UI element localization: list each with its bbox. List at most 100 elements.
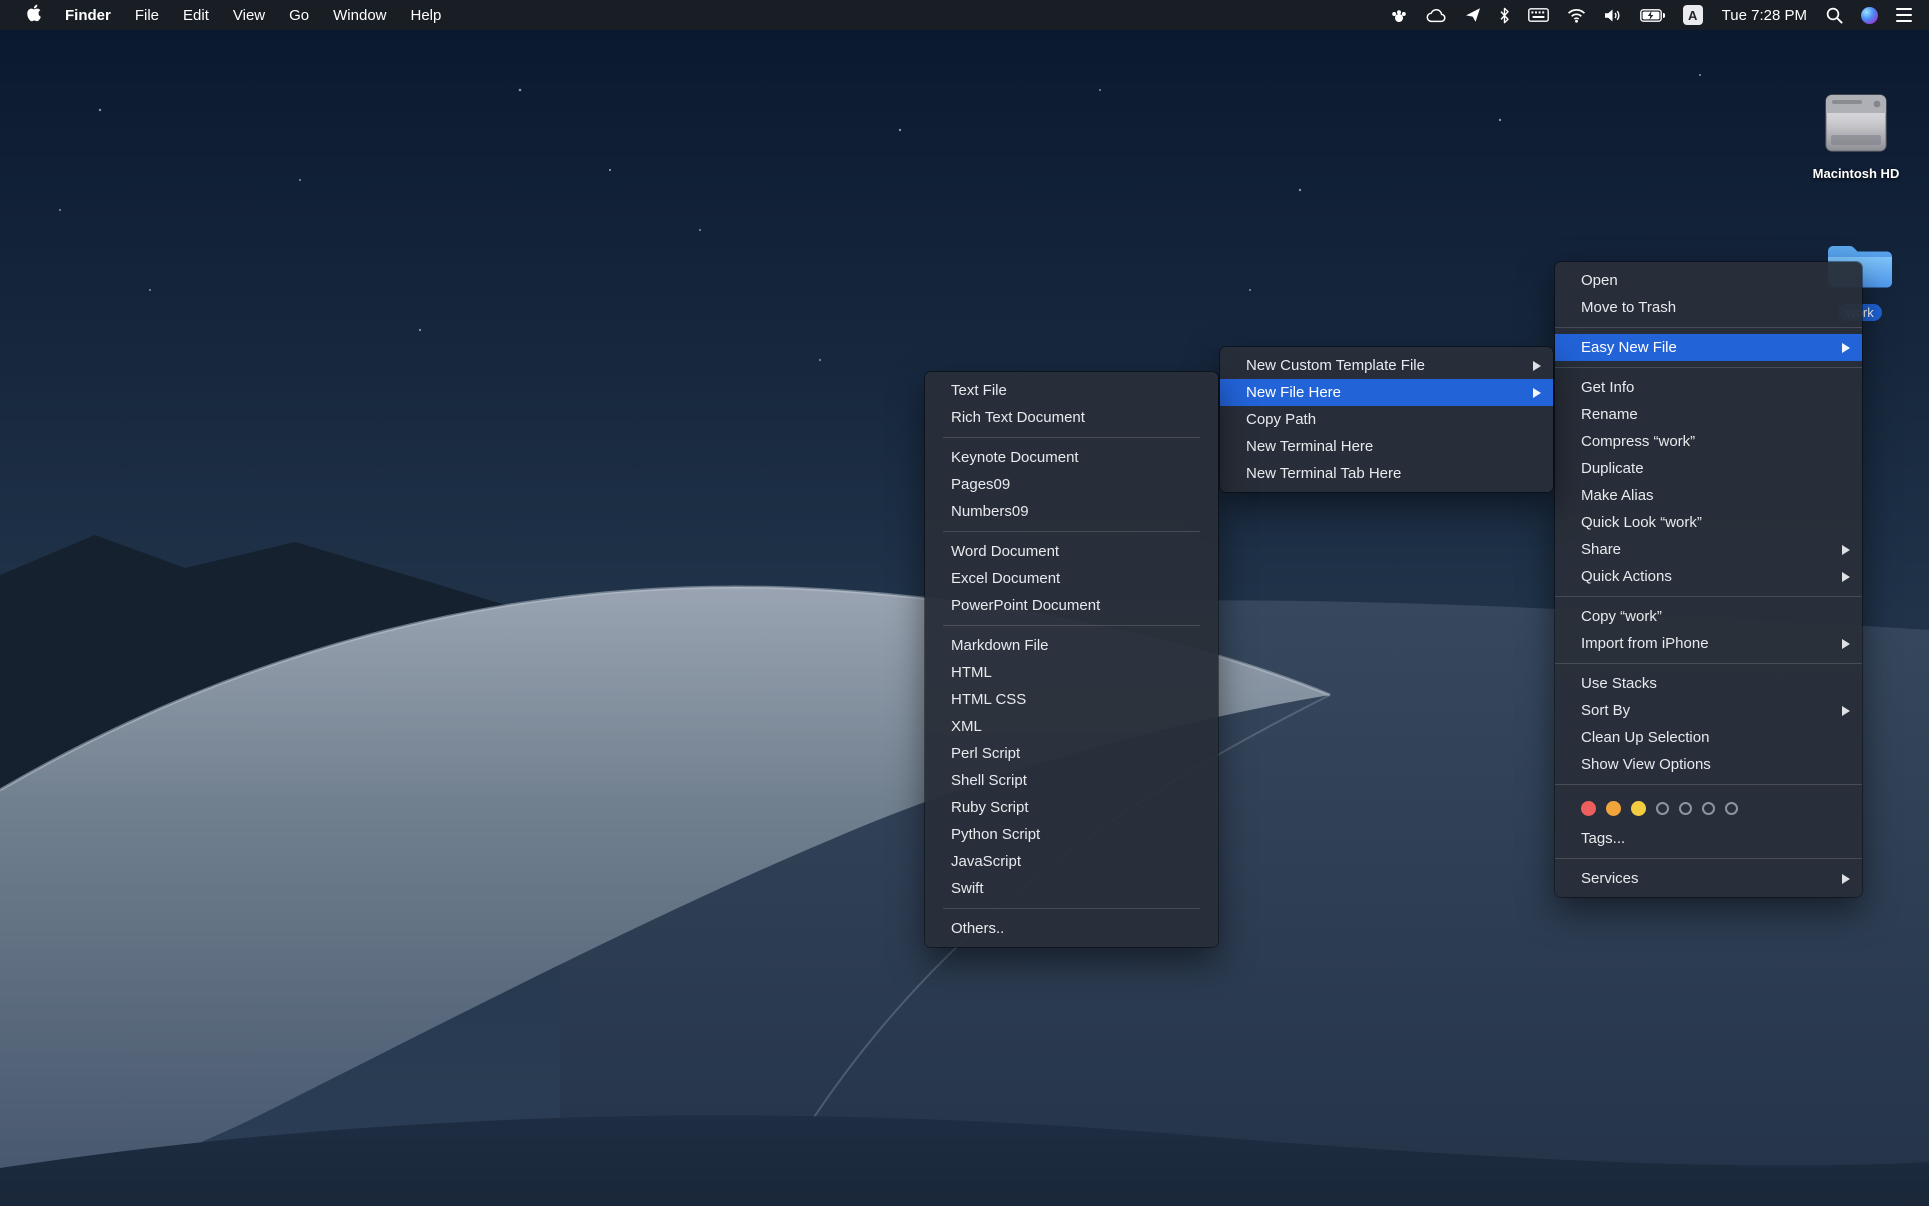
menu-item-python-script[interactable]: Python Script <box>925 821 1218 848</box>
hard-drive-icon <box>1800 88 1912 160</box>
submenu-arrow-icon <box>1842 706 1850 716</box>
menu-separator <box>1555 784 1862 785</box>
bluetooth-icon[interactable] <box>1490 0 1519 30</box>
tag-colors-row <box>1555 791 1862 825</box>
menu-go[interactable]: Go <box>277 0 321 30</box>
notification-center-icon[interactable] <box>1887 0 1921 30</box>
menu-item-duplicate[interactable]: Duplicate <box>1555 455 1862 482</box>
menu-item-ruby-script[interactable]: Ruby Script <box>925 794 1218 821</box>
menu-bar: Finder File Edit View Go Window Help <box>0 0 1929 30</box>
menu-item-sort-by[interactable]: Sort By <box>1555 697 1862 724</box>
keyboard-icon[interactable] <box>1519 0 1558 30</box>
submenu-arrow-icon <box>1533 388 1541 398</box>
submenu-arrow-icon <box>1842 545 1850 555</box>
paw-icon[interactable] <box>1381 0 1417 30</box>
menu-item-label: Sort By <box>1581 702 1630 719</box>
menu-item-numbers09[interactable]: Numbers09 <box>925 498 1218 525</box>
menu-help[interactable]: Help <box>399 0 454 30</box>
cloud-icon[interactable] <box>1417 0 1456 30</box>
input-source-icon[interactable]: A <box>1683 5 1703 25</box>
menu-item-quick-look[interactable]: Quick Look “work” <box>1555 509 1862 536</box>
menu-item-html[interactable]: HTML <box>925 659 1218 686</box>
menu-finder[interactable]: Finder <box>53 0 123 30</box>
menu-separator <box>943 908 1200 909</box>
menu-item-easy-new-file[interactable]: Easy New File <box>1555 334 1862 361</box>
volume-icon[interactable] <box>1595 0 1631 30</box>
menu-item-label: Services <box>1581 870 1639 887</box>
menu-separator <box>1555 596 1862 597</box>
menu-item-rich-text-document[interactable]: Rich Text Document <box>925 404 1218 431</box>
menu-item-swift[interactable]: Swift <box>925 875 1218 902</box>
submenu-arrow-icon <box>1533 361 1541 371</box>
menu-file[interactable]: File <box>123 0 171 30</box>
menu-separator <box>1555 858 1862 859</box>
tag-empty[interactable] <box>1725 802 1738 815</box>
menu-item-compress[interactable]: Compress “work” <box>1555 428 1862 455</box>
tag-empty[interactable] <box>1656 802 1669 815</box>
menu-item-javascript[interactable]: JavaScript <box>925 848 1218 875</box>
spotlight-icon[interactable] <box>1817 0 1852 30</box>
menu-item-word-document[interactable]: Word Document <box>925 538 1218 565</box>
menu-separator <box>1555 367 1862 368</box>
menu-item-label: Share <box>1581 541 1621 558</box>
menu-item-html-css[interactable]: HTML CSS <box>925 686 1218 713</box>
apple-menu[interactable] <box>14 0 53 30</box>
list-lines-icon <box>1896 8 1912 22</box>
context-menu: Open Move to Trash Easy New File Get Inf… <box>1555 262 1862 897</box>
menu-item-make-alias[interactable]: Make Alias <box>1555 482 1862 509</box>
menu-item-xml[interactable]: XML <box>925 713 1218 740</box>
menu-item-markdown-file[interactable]: Markdown File <box>925 632 1218 659</box>
menu-item-clean-up-selection[interactable]: Clean Up Selection <box>1555 724 1862 751</box>
menu-item-rename[interactable]: Rename <box>1555 401 1862 428</box>
menu-item-excel-document[interactable]: Excel Document <box>925 565 1218 592</box>
submenu-arrow-icon <box>1842 639 1850 649</box>
menu-item-label: Import from iPhone <box>1581 635 1709 652</box>
menu-separator <box>943 625 1200 626</box>
siri-icon[interactable] <box>1852 0 1887 30</box>
menu-item-get-info[interactable]: Get Info <box>1555 374 1862 401</box>
paper-plane-icon[interactable] <box>1456 0 1490 30</box>
menu-item-pages09[interactable]: Pages09 <box>925 471 1218 498</box>
tag-empty[interactable] <box>1679 802 1692 815</box>
desktop-icon-macintosh-hd[interactable]: Macintosh HD <box>1800 88 1912 183</box>
menu-bar-clock[interactable]: Tue 7:28 PM <box>1712 0 1817 30</box>
battery-charging-icon[interactable] <box>1631 0 1674 30</box>
menu-edit[interactable]: Edit <box>171 0 221 30</box>
menu-item-show-view-options[interactable]: Show View Options <box>1555 751 1862 778</box>
apple-logo-icon <box>26 4 41 26</box>
menu-item-services[interactable]: Services <box>1555 865 1862 892</box>
menu-item-new-file-here[interactable]: New File Here <box>1220 379 1553 406</box>
wifi-icon[interactable] <box>1558 0 1595 30</box>
menu-separator <box>943 437 1200 438</box>
menu-item-copy-path[interactable]: Copy Path <box>1220 406 1553 433</box>
menu-item-copy[interactable]: Copy “work” <box>1555 603 1862 630</box>
menu-item-import-from-iphone[interactable]: Import from iPhone <box>1555 630 1862 657</box>
menu-item-new-terminal-tab-here[interactable]: New Terminal Tab Here <box>1220 460 1553 487</box>
menu-item-new-custom-template-file[interactable]: New Custom Template File <box>1220 352 1553 379</box>
menu-item-label: New File Here <box>1246 384 1341 401</box>
menu-item-powerpoint-document[interactable]: PowerPoint Document <box>925 592 1218 619</box>
submenu-easy-new-file: New Custom Template File New File Here C… <box>1220 347 1553 492</box>
menu-item-use-stacks[interactable]: Use Stacks <box>1555 670 1862 697</box>
menu-item-new-terminal-here[interactable]: New Terminal Here <box>1220 433 1553 460</box>
menu-item-text-file[interactable]: Text File <box>925 377 1218 404</box>
menu-item-others[interactable]: Others.. <box>925 915 1218 942</box>
menu-item-quick-actions[interactable]: Quick Actions <box>1555 563 1862 590</box>
tag-orange[interactable] <box>1606 801 1621 816</box>
menu-item-share[interactable]: Share <box>1555 536 1862 563</box>
tag-yellow[interactable] <box>1631 801 1646 816</box>
siri-orb <box>1861 7 1878 24</box>
tag-empty[interactable] <box>1702 802 1715 815</box>
menu-item-perl-script[interactable]: Perl Script <box>925 740 1218 767</box>
menu-window[interactable]: Window <box>321 0 398 30</box>
menu-item-keynote-document[interactable]: Keynote Document <box>925 444 1218 471</box>
tag-red[interactable] <box>1581 801 1596 816</box>
menu-item-move-to-trash[interactable]: Move to Trash <box>1555 294 1862 321</box>
menu-separator <box>943 531 1200 532</box>
menu-item-tags[interactable]: Tags... <box>1555 825 1862 852</box>
menu-item-label: Quick Actions <box>1581 568 1672 585</box>
menu-item-label: New Custom Template File <box>1246 357 1425 374</box>
menu-item-shell-script[interactable]: Shell Script <box>925 767 1218 794</box>
menu-item-open[interactable]: Open <box>1555 267 1862 294</box>
menu-view[interactable]: View <box>221 0 277 30</box>
